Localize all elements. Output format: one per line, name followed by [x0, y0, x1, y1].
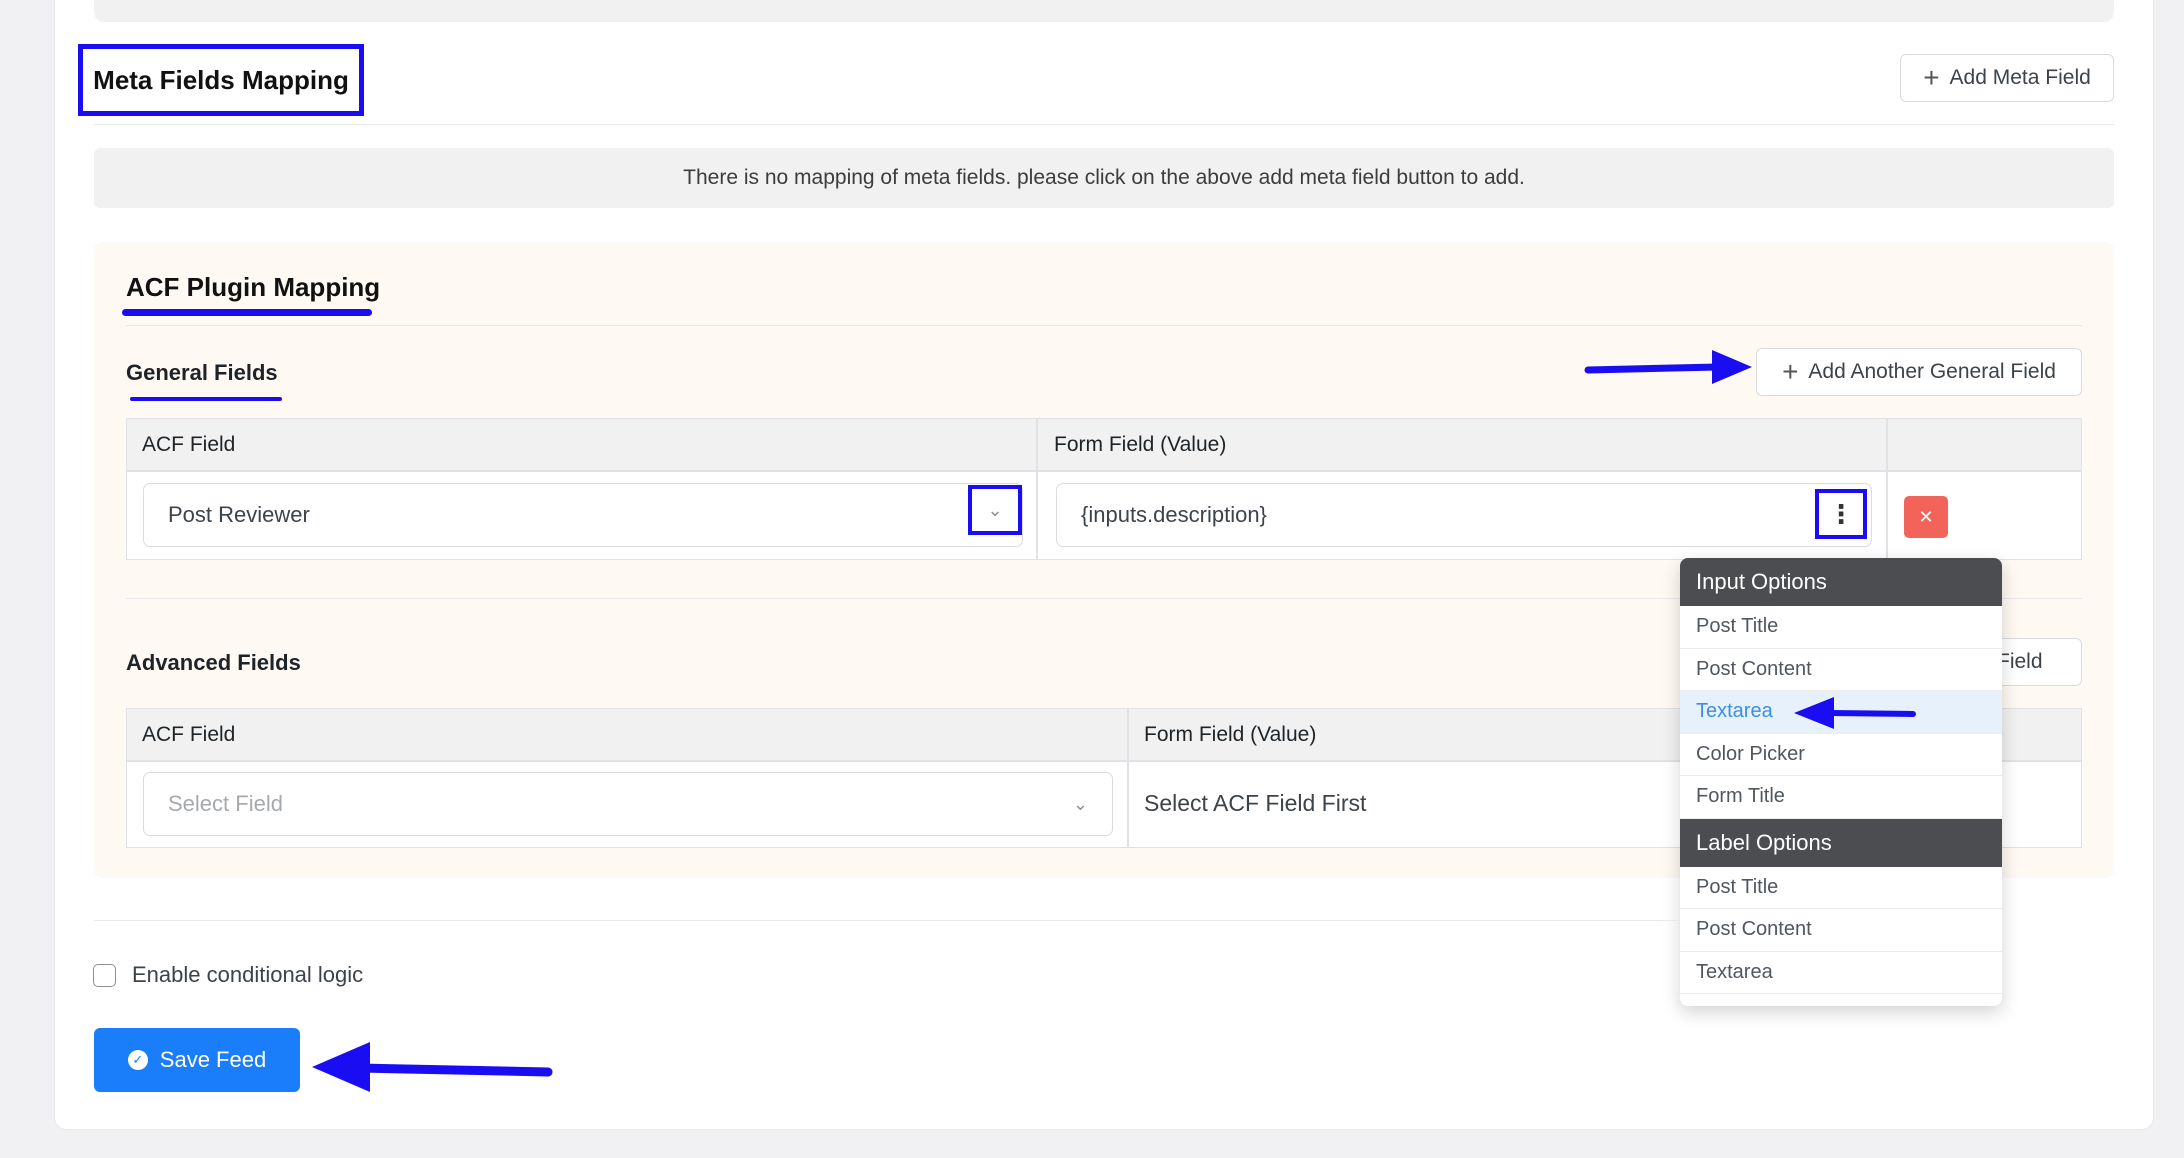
- annotation-arrow: [1584, 350, 1752, 384]
- annotation-arrow: [1794, 697, 1916, 729]
- annotation-arrow: [312, 1042, 553, 1092]
- annotation-arrows: [312, 350, 1916, 1092]
